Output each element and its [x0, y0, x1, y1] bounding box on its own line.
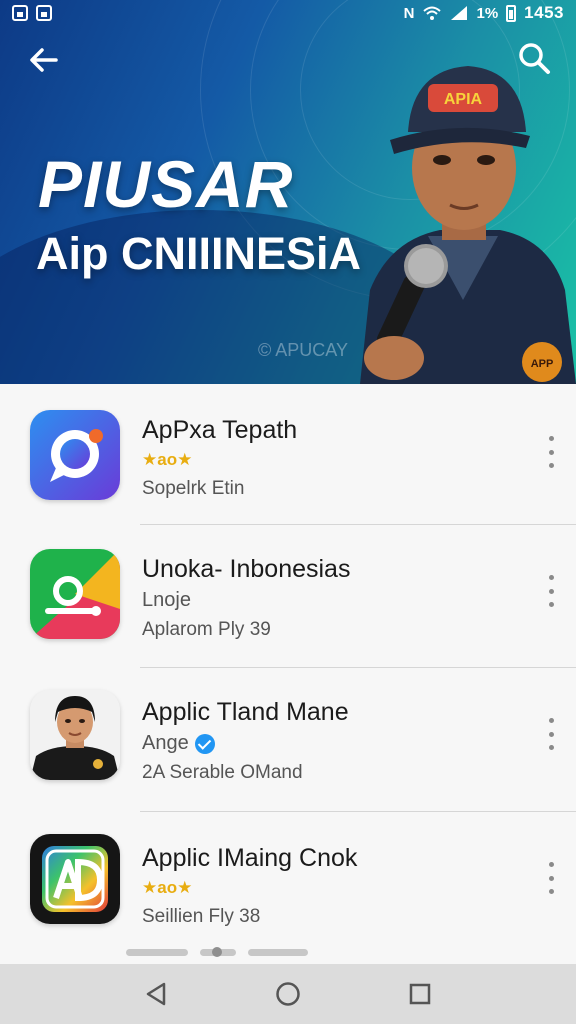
more-vert-icon — [548, 718, 554, 723]
list-item[interactable]: Applic Tland Mane Ange 2A Serable OMand — [0, 668, 576, 810]
presenter-image: APIA APP — [360, 66, 576, 384]
app-list: ApPxa Tepath ★ao★ Sopelrk Etin Unoka- In… — [0, 384, 576, 964]
app-developer-row: Ange — [142, 732, 215, 755]
app-publisher: 2A Serable OMand — [142, 762, 303, 783]
navigation-bar — [0, 964, 576, 1024]
nfc-icon: N — [403, 4, 415, 22]
more-options-button[interactable] — [540, 714, 562, 754]
scroll-indicator — [0, 946, 576, 960]
nav-home-icon — [276, 982, 300, 1006]
rating-stars: ★ao★ — [142, 450, 193, 469]
app-name: Unoka- Inbonesias — [142, 555, 351, 583]
presenter-cap-text: APIA — [444, 91, 483, 108]
more-vert-icon — [548, 436, 554, 441]
list-item[interactable]: Unoka- Inbonesias Lnoje Aplarom Ply 39 — [0, 525, 576, 667]
app-developer: Ange — [142, 732, 189, 754]
arrow-left-icon — [30, 48, 58, 72]
battery-icon — [506, 4, 517, 22]
app-publisher: Aplarom Ply 39 — [142, 619, 271, 640]
app-publisher: Sopelrk Etin — [142, 478, 245, 499]
image-icon — [36, 5, 52, 21]
app-name: Applic Tland Mane — [142, 698, 349, 726]
presenter-badge-text: APP — [531, 358, 554, 370]
hero-watermark-text: APUCAY — [275, 340, 348, 360]
more-options-button[interactable] — [540, 858, 562, 898]
app-rating: ★ao★ — [142, 450, 192, 470]
hero-watermark: © APUCAY — [258, 340, 348, 360]
nav-recents-icon — [409, 983, 431, 1005]
app-publisher: Seillien Fly 38 — [142, 906, 261, 927]
app-name: ApPxa Tepath — [142, 416, 298, 444]
rating-stars: ★ao★ — [142, 878, 193, 897]
wifi-icon — [423, 6, 442, 20]
ad-logo-app-icon — [30, 834, 120, 924]
app-developer: Lnoje — [142, 589, 191, 611]
more-options-button[interactable] — [540, 571, 562, 611]
gallery-icon — [12, 5, 28, 21]
signal-icon — [451, 6, 468, 20]
nav-back-button[interactable] — [136, 974, 176, 1014]
app-name: Applic IMaing Cnok — [142, 844, 358, 872]
nav-recents-button[interactable] — [400, 974, 440, 1014]
more-options-button[interactable] — [540, 432, 562, 472]
hero-subtitle: Aip CNIIINESiA — [36, 228, 362, 279]
app-rating: ★ao★ — [142, 878, 192, 898]
clock: 1453 — [524, 3, 564, 22]
hero-banner: APIA APP PIUSAR Aip CNIIINESiA © APUCAY — [0, 0, 576, 384]
nav-back-icon — [146, 982, 166, 1006]
search-button[interactable] — [516, 40, 552, 76]
list-item[interactable]: ApPxa Tepath ★ao★ Sopelrk Etin — [0, 384, 576, 526]
hero-title: PIUSAR — [38, 147, 294, 221]
colorful-logo-app-icon — [30, 549, 120, 639]
more-vert-icon — [548, 862, 554, 867]
search-icon — [519, 43, 550, 74]
chat-bubble-app-icon — [30, 410, 120, 500]
more-vert-icon — [548, 575, 554, 580]
nav-home-button[interactable] — [268, 974, 308, 1014]
back-button[interactable] — [26, 42, 62, 78]
status-bar: N 1% 1453 — [0, 0, 576, 26]
list-item[interactable]: Applic IMaing Cnok ★ao★ Seillien Fly 38 — [0, 812, 576, 954]
battery-percent: 1% — [476, 4, 499, 22]
person-avatar-app-icon — [30, 690, 120, 780]
verified-badge-icon — [194, 733, 215, 754]
